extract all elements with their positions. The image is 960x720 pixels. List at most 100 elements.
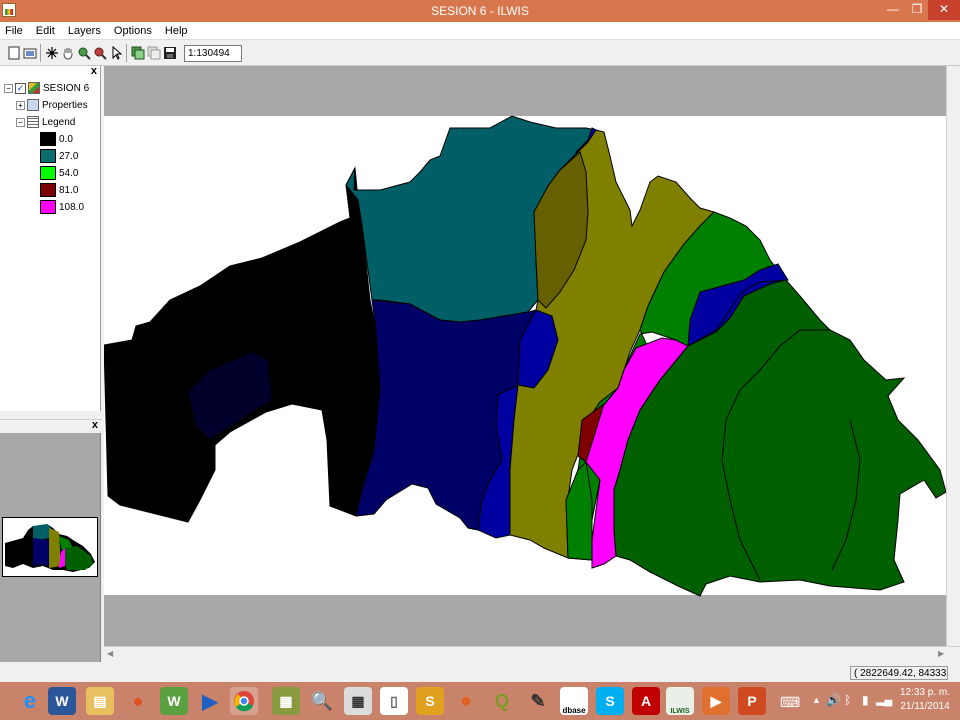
bluetooth-icon[interactable]: ᛒ	[844, 693, 851, 707]
normal-cursor-icon[interactable]	[44, 45, 60, 61]
horizontal-scrollbar[interactable]: ◀ ▶	[104, 646, 960, 662]
overview-map[interactable]	[2, 517, 98, 577]
word-icon[interactable]: W	[48, 687, 76, 715]
menu-bar: File Edit Layers Options Help	[0, 22, 960, 40]
map-view[interactable]: ◀ ▶	[104, 66, 960, 662]
map-region-black	[104, 166, 381, 523]
acrobat-icon[interactable]: A	[632, 687, 660, 715]
legend-item-label: 0.0	[59, 133, 73, 145]
status-bar: ( 2822649.42, 843332.25)	[0, 662, 960, 682]
ilwis-label: ILWIS	[670, 708, 690, 715]
overview-close-button[interactable]: x	[92, 419, 98, 431]
legend-item-label: 108.0	[59, 201, 85, 213]
collapse-icon[interactable]: −	[16, 117, 25, 127]
keyboard-icon[interactable]: ⌨	[780, 694, 800, 711]
clock-time: 12:33 p. m.	[899, 687, 951, 698]
properties-label: Properties	[42, 99, 88, 111]
overview-panel: x	[0, 419, 101, 662]
pan-icon[interactable]	[60, 45, 76, 61]
layer-name: SESION 6	[43, 82, 90, 94]
volume-icon[interactable]: 🔊	[826, 693, 841, 707]
toolbar-separator	[126, 44, 127, 62]
skype-icon[interactable]: S	[596, 687, 624, 715]
legend-item: 108.0	[40, 200, 84, 214]
scale-field[interactable]: 1:130494	[184, 45, 242, 62]
firefox-icon[interactable]: ●	[452, 687, 480, 715]
title-bar: SESION 6 - ILWIS — ❐ ✕	[0, 0, 960, 22]
legend-item-label: 81.0	[59, 184, 79, 196]
vertical-scrollbar[interactable]	[946, 66, 960, 646]
save-icon[interactable]	[162, 45, 178, 61]
coordinate-readout: ( 2822649.42, 843332.25)	[850, 666, 948, 680]
calculator-icon[interactable]: ▦	[344, 687, 372, 715]
new-map-icon[interactable]	[6, 45, 22, 61]
legend-icon	[27, 116, 39, 128]
toolbar: 1:130494	[0, 41, 960, 66]
pen-icon[interactable]: ✎	[524, 687, 552, 715]
layer-checkbox[interactable]: ✓	[15, 82, 26, 94]
map-layer-icon	[28, 82, 40, 94]
menu-edit[interactable]: Edit	[31, 22, 60, 37]
w-app-icon[interactable]: W	[160, 687, 188, 715]
collapse-icon[interactable]: −	[4, 83, 13, 93]
legend-item: 0.0	[40, 132, 73, 146]
expand-icon[interactable]: +	[16, 100, 25, 110]
open-icon[interactable]	[22, 45, 38, 61]
legend-item-label: 54.0	[59, 167, 79, 179]
search-app-icon[interactable]: 🔍	[308, 687, 336, 715]
legend-swatch	[40, 149, 56, 163]
menu-layers[interactable]: Layers	[63, 22, 106, 37]
window-title: SESION 6 - ILWIS	[431, 4, 529, 18]
minimize-button[interactable]: —	[880, 0, 906, 20]
overview-header: x	[0, 419, 101, 433]
scroll-right-icon[interactable]: ▶	[938, 649, 944, 658]
close-button[interactable]: ✕	[928, 0, 960, 20]
legend-item: 81.0	[40, 183, 78, 197]
zoom-out-icon[interactable]	[92, 45, 108, 61]
select-icon[interactable]	[108, 45, 124, 61]
internet-explorer-icon[interactable]: e	[16, 687, 44, 715]
sql-icon[interactable]: S	[416, 687, 444, 715]
chrome-icon[interactable]	[230, 687, 258, 715]
package-icon[interactable]: ▦	[272, 687, 300, 715]
notepad-icon[interactable]: ▯	[380, 687, 408, 715]
ilwis-icon[interactable]: ILWIS	[666, 687, 694, 715]
battery-icon[interactable]: ▮	[862, 693, 869, 707]
clock-date: 21/11/2014	[900, 701, 950, 712]
properties-row[interactable]: + Properties	[16, 99, 88, 111]
taskbar: e W ▤ ● W ▶ ▦ 🔍 ▦ ▯ S ● Q ✎ dbase S A IL…	[0, 682, 960, 720]
qgis-icon[interactable]: Q	[488, 687, 516, 715]
menu-options[interactable]: Options	[109, 22, 157, 37]
network-icon[interactable]: ▂▄	[876, 693, 892, 706]
zoom-in-icon[interactable]	[76, 45, 92, 61]
media-player-icon[interactable]: ▶	[196, 687, 224, 715]
map-polygons[interactable]	[104, 66, 946, 646]
layer-panel-close-button[interactable]: x	[91, 65, 97, 77]
legend-swatch	[40, 166, 56, 180]
scroll-left-icon[interactable]: ◀	[107, 649, 113, 658]
dbase-icon[interactable]: dbase	[560, 687, 588, 715]
tree-root-row[interactable]: − ✓ SESION 6	[4, 82, 89, 94]
legend-swatch	[40, 183, 56, 197]
legend-label: Legend	[42, 116, 76, 128]
menu-file[interactable]: File	[0, 22, 28, 37]
legend-item-label: 27.0	[59, 150, 79, 162]
legend-swatch	[40, 132, 56, 146]
layer-tree-panel: x − ✓ SESION 6 + Properties − Legend 0.0…	[0, 65, 101, 411]
video-icon[interactable]: ▶	[702, 687, 730, 715]
file-explorer-icon[interactable]: ▤	[86, 687, 114, 715]
clock[interactable]: 12:33 p. m. 21/11/2014	[895, 686, 955, 714]
add-layer-icon[interactable]	[130, 45, 146, 61]
remove-layer-icon[interactable]	[146, 45, 162, 61]
legend-item: 54.0	[40, 166, 78, 180]
powerpoint-icon[interactable]: P	[738, 687, 766, 715]
legend-item: 27.0	[40, 149, 78, 163]
app-orange-icon[interactable]: ●	[124, 687, 152, 715]
menu-help[interactable]: Help	[160, 22, 193, 37]
toolbar-separator	[40, 44, 41, 62]
restore-button[interactable]: ❐	[906, 0, 928, 20]
tray-expand-icon[interactable]: ▲	[812, 695, 821, 705]
legend-swatch	[40, 200, 56, 214]
legend-row[interactable]: − Legend	[16, 116, 75, 128]
dbase-label: dbase	[562, 706, 586, 715]
